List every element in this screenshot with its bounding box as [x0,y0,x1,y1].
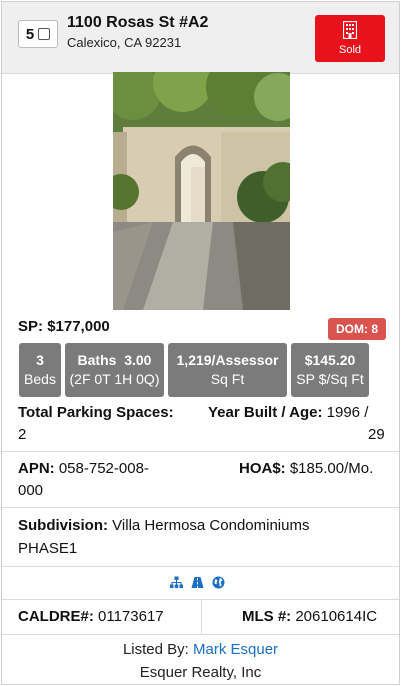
stat-beds-label: Beds [24,371,56,387]
divider [2,566,399,567]
status-sold-button[interactable]: Sold [315,15,385,62]
stat-baths-breakdown: (2F 0T 1H 0Q) [69,371,160,387]
caldre-value: 01173617 [98,608,164,625]
subdivision-value: Villa Hermosa Condominiums [112,517,310,534]
year-built-label: Year Built / Age: [208,404,323,421]
parking-label: Total Parking Spaces: [18,404,174,421]
stat-beds-value: 3 [36,352,44,368]
divider [2,507,399,508]
listed-by: Listed By: Mark Esquer [2,641,399,658]
listing-card: 5 1100 Rosas St #A2 Calexico, CA 92231 S… [1,1,400,685]
address-street[interactable]: 1100 Rosas St #A2 [67,14,208,32]
subdivision: Subdivision: Villa Hermosa Condominiums [18,515,309,537]
apn-value: 058-752-008- [58,460,149,477]
apn: APN: 058-752-008- [18,458,149,480]
sale-price-value: $177,000 [47,318,110,335]
divider [2,451,399,452]
stat-beds: 3 Beds [19,343,61,397]
stat-baths-value: Baths 3.00 [77,352,152,368]
subdivision-value-cont: PHASE1 [18,540,78,557]
apn-label: APN: [18,460,55,477]
select-listing[interactable]: 5 [18,20,58,48]
sitemap-icon[interactable] [170,576,183,589]
select-checkbox[interactable] [38,28,51,40]
listing-header: 5 1100 Rosas St #A2 Calexico, CA 92231 S… [2,2,399,74]
stat-price-per-sqft-label: SP $/Sq Ft [296,371,364,387]
parking-value: 2 [18,426,27,443]
hoa-value: $185.00/Mo. [289,460,374,477]
office-name: Esquer Realty, Inc [139,664,262,681]
divider [2,634,399,635]
dom-value: 8 [371,322,379,336]
dom-badge: DOM: 8 [328,318,387,340]
mls-number: MLS #: 20610614IC [242,606,377,628]
stat-price-per-sqft: $145.20 SP $/Sq Ft [291,343,369,397]
caldre: CALDRE#: 01173617 [18,606,164,628]
dom-label: DOM: [336,322,368,336]
listed-by-label: Listed By: [122,641,189,658]
divider-vertical [201,599,202,635]
apn-value-cont: 000 [18,482,44,499]
property-photo[interactable] [113,72,290,310]
age-value: 29 [368,426,385,443]
agent-name-link[interactable]: Mark Esquer [193,641,278,658]
listing-index: 5 [25,25,35,43]
stat-baths: Baths 3.00 (2F 0T 1H 0Q) [65,343,164,397]
hoa-label: HOA$: [239,460,286,477]
quick-links [170,576,225,589]
mls-label: MLS #: [242,608,292,625]
road-icon[interactable] [191,576,204,589]
status-label: Sold [338,44,362,56]
globe-icon[interactable] [212,576,225,589]
property-photo-image [113,72,290,310]
stat-sqft-value: 1,219/Assessor [176,352,279,368]
year-built: Year Built / Age: 1996 / [208,402,368,424]
building-icon [343,21,357,39]
sale-price: SP: $177,000 [18,318,110,335]
hoa: HOA$: $185.00/Mo. [239,458,373,480]
subdivision-label: Subdivision: [18,517,108,534]
stat-sqft: 1,219/Assessor Sq Ft [168,343,287,397]
year-built-value: 1996 / [326,404,369,421]
caldre-label: CALDRE#: [18,608,94,625]
stat-price-per-sqft-value: $145.20 [304,352,356,368]
stat-sqft-label: Sq Ft [210,371,245,387]
sale-price-label: SP: [18,318,44,335]
address-city: Calexico, CA 92231 [67,35,182,50]
mls-value: 20610614IC [295,608,378,625]
